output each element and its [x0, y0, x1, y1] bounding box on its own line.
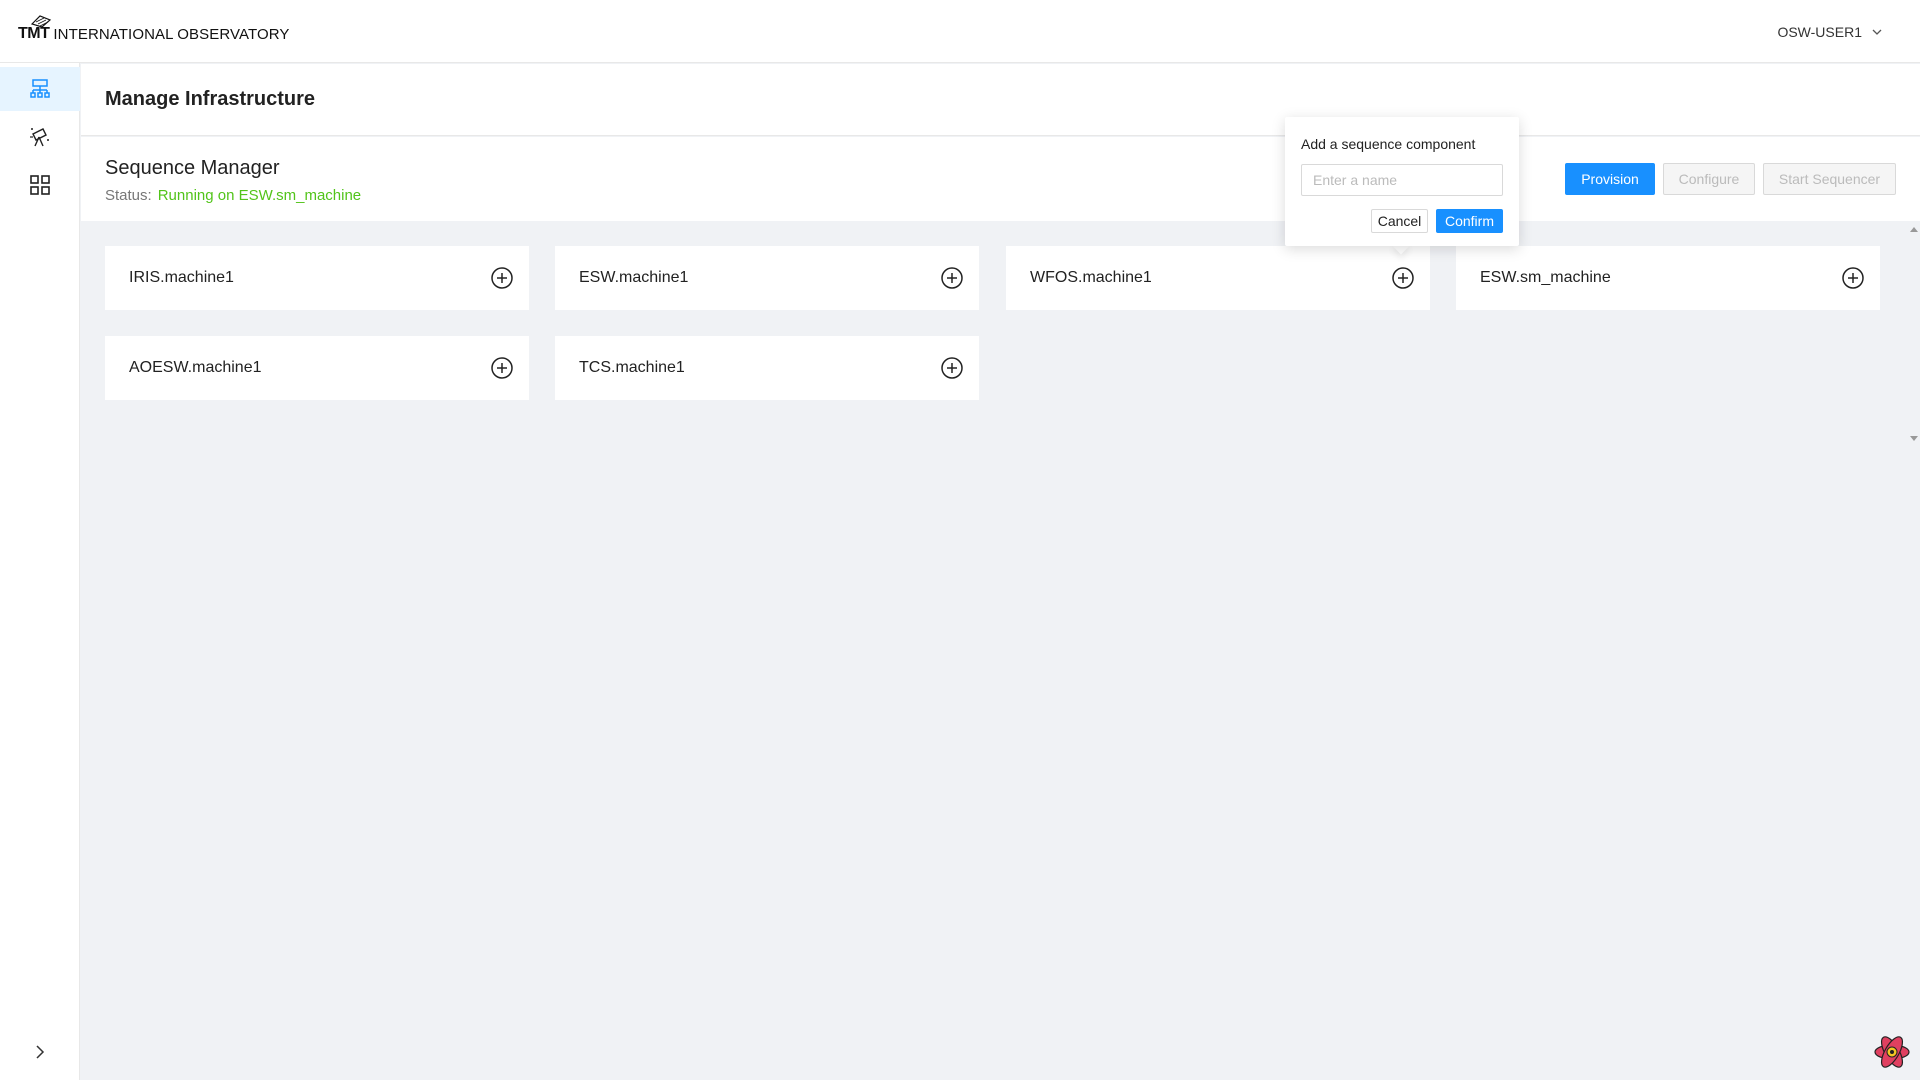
machine-card: WFOS.machine1	[1006, 246, 1430, 310]
user-menu[interactable]: OSW-USER1	[1777, 24, 1882, 40]
react-logo-icon[interactable]	[1872, 1032, 1912, 1072]
logo-text: INTERNATIONAL OBSERVATORY	[53, 26, 290, 43]
chevron-right-icon	[36, 1045, 45, 1059]
sidebar-item-telescope[interactable]	[0, 115, 80, 159]
sidebar-item-apps[interactable]	[0, 163, 80, 207]
caret-down-icon	[1910, 436, 1918, 441]
machine-name: TCS.machine1	[579, 359, 685, 376]
start-sequencer-button[interactable]: Start Sequencer	[1763, 163, 1896, 195]
add-circle-icon[interactable]	[941, 357, 963, 379]
sequence-manager-title: Sequence Manager	[105, 157, 280, 179]
component-name-input[interactable]	[1301, 164, 1503, 196]
machine-card: TCS.machine1	[555, 336, 979, 400]
machine-name: AOESW.machine1	[129, 359, 262, 376]
add-sequence-component-popover: Add a sequence component Cancel Confirm	[1285, 117, 1519, 246]
scroll-up-arrow[interactable]	[1908, 222, 1920, 236]
sidebar-item-infrastructure[interactable]	[0, 67, 80, 111]
app-header: TMT INTERNATIONAL OBSERVATORY OSW-USER1	[0, 0, 1920, 63]
machine-card: AOESW.machine1	[105, 336, 529, 400]
machine-card: ESW.sm_machine	[1456, 246, 1880, 310]
tmt-logo: TMT INTERNATIONAL OBSERVATORY	[18, 14, 290, 42]
confirm-button[interactable]: Confirm	[1436, 209, 1503, 233]
user-name: OSW-USER1	[1777, 24, 1862, 40]
telescope-icon	[30, 128, 49, 147]
add-circle-icon[interactable]	[1392, 267, 1414, 289]
cancel-button[interactable]: Cancel	[1371, 209, 1428, 233]
status-label: Status:	[105, 187, 152, 204]
logo-mark: TMT	[18, 15, 52, 42]
add-circle-icon[interactable]	[941, 267, 963, 289]
configure-button[interactable]: Configure	[1663, 163, 1755, 195]
add-circle-icon[interactable]	[491, 267, 513, 289]
machine-name: IRIS.machine1	[129, 269, 234, 286]
sidebar-collapse-toggle[interactable]	[0, 1032, 80, 1072]
page-title: Manage Infrastructure	[105, 88, 316, 110]
machine-card: ESW.machine1	[555, 246, 979, 310]
infrastructure-icon	[30, 79, 50, 98]
telescope-logo-icon	[30, 15, 52, 28]
status-value: Running on ESW.sm_machine	[157, 187, 362, 204]
popover-title: Add a sequence component	[1301, 136, 1476, 152]
grid-icon	[30, 175, 50, 195]
page-header: Manage Infrastructure	[81, 64, 1920, 136]
sequence-manager-panel: Sequence Manager Status: Running on ESW.s…	[81, 137, 1920, 221]
add-circle-icon[interactable]	[1842, 267, 1864, 289]
sequence-manager-status: Status: Running on ESW.sm_machine	[105, 187, 361, 204]
caret-up-icon	[1910, 227, 1918, 232]
provision-button[interactable]: Provision	[1565, 163, 1655, 195]
chevron-down-icon	[1872, 29, 1882, 35]
sidebar	[0, 63, 80, 1080]
add-circle-icon[interactable]	[491, 357, 513, 379]
machine-name: WFOS.machine1	[1030, 269, 1152, 286]
machine-name: ESW.machine1	[579, 269, 689, 286]
scroll-down-arrow[interactable]	[1908, 432, 1920, 446]
machine-name: ESW.sm_machine	[1480, 269, 1611, 286]
machine-card: IRIS.machine1	[105, 246, 529, 310]
